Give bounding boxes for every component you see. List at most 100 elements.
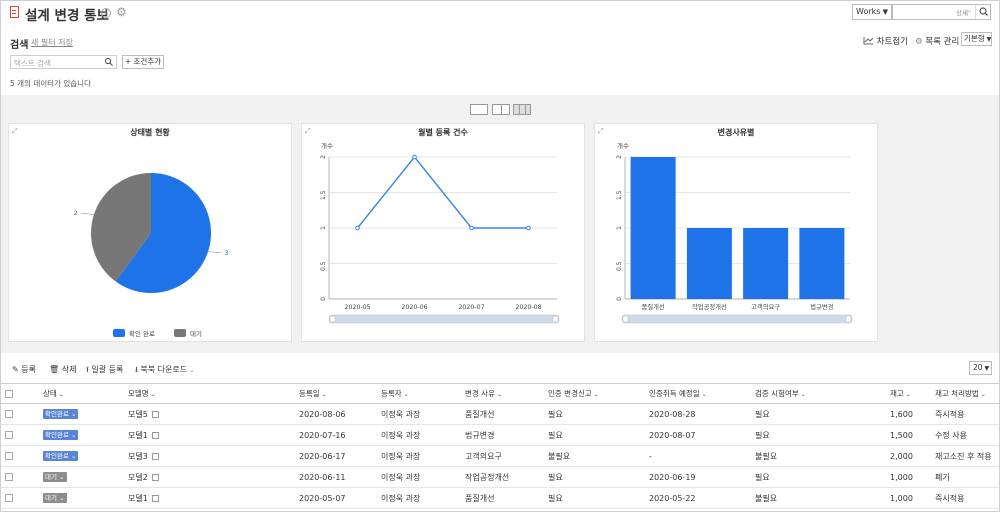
row-checkbox[interactable]: [5, 473, 13, 481]
bar[interactable]: [743, 228, 789, 299]
row-checkbox-cell[interactable]: [1, 424, 39, 446]
column-header-author[interactable]: 등록자 ⌄: [377, 383, 461, 404]
delete-button[interactable]: 🗑 삭제: [49, 364, 76, 375]
page-size-select[interactable]: 20 ▼: [969, 361, 992, 375]
row-checkbox-cell[interactable]: [1, 445, 39, 467]
y-axis-label: 개수: [617, 141, 629, 150]
chart-scrollbar[interactable]: [621, 314, 853, 324]
cell-model[interactable]: 모델3: [124, 445, 295, 467]
row-checkbox-cell[interactable]: [1, 487, 39, 509]
cell-author: 이정욱 과장: [377, 403, 461, 425]
gear-icon[interactable]: ⚙: [116, 5, 127, 19]
chart-fold-button[interactable]: 차트접기: [863, 35, 908, 47]
trash-icon: 🗑: [49, 365, 60, 374]
column-header-status[interactable]: 상태 ⌄: [39, 383, 124, 404]
cell-stock: 1,600: [886, 403, 931, 425]
bulk-register-button[interactable]: ⭱ 일괄 등록: [86, 364, 123, 378]
column-header-date[interactable]: 등록일 ⌄: [295, 383, 377, 404]
column-header-model[interactable]: 모델명 ⌄: [124, 383, 295, 404]
model-name: 모델2: [128, 472, 148, 482]
header: 설계 변경 통보 i ⚙ Works ▼ 상세 ⌄: [1, 1, 999, 27]
register-button[interactable]: ✎ 등록: [12, 364, 36, 375]
cell-author: 이정욱 과장: [377, 445, 461, 467]
table-row[interactable]: 확인완료 ⌄ 모델3 2020-06-17 이정욱 과장 고객의요구 불필요 - 불필요 2,0…: [1, 445, 999, 467]
legend-label[interactable]: 확인 완료: [129, 329, 155, 338]
cell-reason: 고객의요구: [461, 445, 544, 467]
column-header-test[interactable]: 검증 시험여부 ⌄: [751, 383, 886, 404]
search-icon: [979, 7, 988, 16]
layout-1col-button[interactable]: [470, 104, 488, 115]
row-checkbox-cell[interactable]: [1, 403, 39, 425]
result-count: 5 개의 데이터가 있습니다: [10, 79, 91, 88]
external-link-icon[interactable]: [151, 452, 159, 460]
cell-stock: 1,000: [886, 466, 931, 488]
model-name: 모델3: [128, 451, 148, 461]
scrollbar-handle[interactable]: [552, 315, 559, 323]
column-header-label: 변경 사유: [465, 389, 495, 398]
column-header-method[interactable]: 재고 처리방법 ⌄: [931, 383, 999, 404]
row-checkbox[interactable]: [5, 452, 13, 460]
row-checkbox[interactable]: [5, 431, 13, 439]
external-link-icon[interactable]: [151, 473, 159, 481]
row-checkbox[interactable]: [5, 494, 13, 502]
search-label: 검색: [10, 40, 29, 51]
bar[interactable]: [799, 228, 845, 299]
table-row[interactable]: 대기 ⌄ 모델2 2020-06-11 이정욱 과장 작업공정개선 필요 2020-06-1…: [1, 466, 999, 488]
works-select[interactable]: Works ▼: [852, 4, 892, 20]
row-checkbox-cell[interactable]: [1, 466, 39, 488]
layout-2col-button[interactable]: [492, 104, 510, 115]
text-search-placeholder: 텍스트 검색: [14, 59, 51, 68]
cell-model[interactable]: 모델1: [124, 487, 295, 509]
status-badge[interactable]: 확인완료 ⌄: [43, 451, 79, 461]
scrollbar-handle[interactable]: [329, 315, 336, 323]
status-badge[interactable]: 확인완료 ⌄: [43, 409, 79, 419]
info-icon[interactable]: i: [101, 8, 111, 18]
table-row[interactable]: 대기 ⌄ 모델1 2020-05-07 이정욱 과장 품질개선 필요 2020-05-22 불…: [1, 487, 999, 509]
cell-method: 즉시적용: [931, 487, 999, 509]
cell-test: 필요: [751, 466, 886, 488]
search-scope-chevron-icon[interactable]: ⌄: [967, 7, 972, 14]
x-tick-label: 2020-08: [515, 304, 541, 311]
column-header-cert-date[interactable]: 인증취득 예정일 ⌄: [645, 383, 751, 404]
search-button[interactable]: [975, 5, 990, 19]
top-search-input[interactable]: 상세 ⌄: [892, 4, 991, 20]
legend-label[interactable]: 대기: [190, 329, 202, 338]
select-all-checkbox[interactable]: [5, 390, 13, 398]
select-all-checkbox-cell[interactable]: [1, 383, 39, 404]
status-badge[interactable]: 확인완료 ⌄: [43, 430, 79, 440]
status-badge[interactable]: 대기 ⌄: [43, 493, 67, 503]
cell-model[interactable]: 모델2: [124, 466, 295, 488]
line-point[interactable]: [412, 154, 417, 160]
scrollbar-handle[interactable]: [845, 315, 852, 323]
layout-3col-button[interactable]: [513, 104, 531, 115]
column-header-stock[interactable]: 재고 ⌄: [886, 383, 931, 404]
add-condition-button[interactable]: + 조건추가: [122, 55, 164, 69]
column-header-cert[interactable]: 인증 변경신고 ⌄: [544, 383, 645, 404]
column-header-reason[interactable]: 변경 사유 ⌄: [461, 383, 544, 404]
scrollbar-handle[interactable]: [622, 315, 629, 323]
table-row[interactable]: 확인완료 ⌄ 모델1 2020-07-16 이정욱 과장 법규변경 필요 2020-08-0…: [1, 424, 999, 446]
search-icon[interactable]: [104, 57, 114, 67]
download-button[interactable]: ⭳ 북북 다운로드 ⌄: [135, 364, 195, 378]
view-type-select[interactable]: 기본형 ▼: [961, 32, 992, 46]
text-search-input[interactable]: 텍스트 검색: [10, 55, 117, 69]
line-point[interactable]: [355, 225, 360, 231]
table-row[interactable]: 확인완료 ⌄ 모델5 2020-08-06 이정욱 과장 품질개선 필요 2020-08-2…: [1, 403, 999, 425]
line-point[interactable]: [526, 225, 531, 231]
cell-model[interactable]: 모델1: [124, 424, 295, 446]
external-link-icon[interactable]: [151, 431, 159, 439]
new-filter-save-link[interactable]: 새 필터 저장: [31, 37, 73, 48]
chart-scrollbar[interactable]: [328, 314, 560, 324]
list-manage-button[interactable]: ⚙ 목록 관리: [915, 35, 959, 47]
works-select-value: Works: [856, 7, 881, 16]
cell-cert: 불필요: [544, 445, 645, 467]
bar[interactable]: [630, 157, 676, 299]
external-link-icon[interactable]: [151, 410, 159, 418]
row-checkbox[interactable]: [5, 410, 13, 418]
status-badge[interactable]: 대기 ⌄: [43, 472, 67, 482]
bar[interactable]: [686, 228, 732, 299]
external-link-icon[interactable]: [151, 494, 159, 502]
view-type-value: 기본형: [964, 34, 985, 43]
line-point[interactable]: [469, 225, 474, 231]
cell-model[interactable]: 모델5: [124, 403, 295, 425]
